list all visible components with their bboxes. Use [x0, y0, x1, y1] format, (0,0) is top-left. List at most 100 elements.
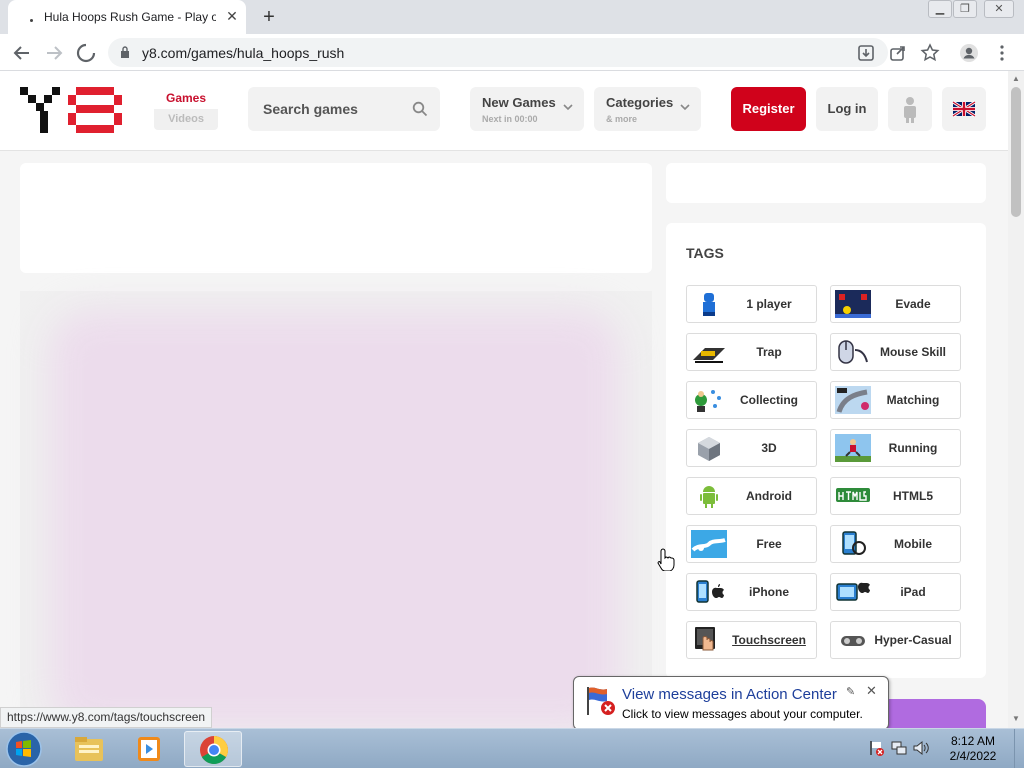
mobile-icon	[842, 531, 866, 555]
address-bar[interactable]: y8.com/games/hula_hoops_rush	[108, 38, 888, 67]
bookmark-star-icon[interactable]	[920, 43, 940, 63]
windows-logo-icon	[6, 731, 42, 767]
chevron-down-icon	[680, 104, 690, 111]
search-placeholder: Search games	[263, 101, 358, 117]
taskbar-media-player[interactable]	[122, 731, 180, 767]
tag-matching[interactable]: Matching	[830, 381, 961, 419]
browser-toolbar: y8.com/games/hula_hoops_rush	[0, 34, 1024, 71]
clock-time: 8:12 AM	[950, 734, 996, 748]
page-scrollbar[interactable]: ▲ ▼	[1008, 71, 1024, 728]
volume-tray-icon[interactable]	[912, 739, 930, 757]
tab-strip: Hula Hoops Rush Game - Play o ✕ + ▁ ❐ ✕	[0, 0, 1024, 34]
tag-label: Collecting	[739, 393, 798, 407]
search-icon[interactable]	[412, 101, 428, 117]
tag-mobile[interactable]: Mobile	[830, 525, 961, 563]
tab-title: Hula Hoops Rush Game - Play o	[44, 10, 216, 24]
cube-3d-icon	[698, 437, 720, 461]
notification-close-icon[interactable]: ✕	[866, 683, 877, 699]
scroll-down-arrow-icon[interactable]: ▼	[1011, 714, 1021, 724]
game-loading-area[interactable]	[20, 291, 652, 728]
tag-android[interactable]: Android	[686, 477, 817, 515]
game-placeholder-blur	[50, 311, 620, 728]
tag-label: Matching	[886, 393, 940, 407]
user-silhouette-icon	[904, 97, 916, 123]
new-games-countdown: Next in 00:00	[482, 114, 538, 124]
tag-mouse-skill[interactable]: Mouse Skill	[830, 333, 961, 371]
action-center-tray-icon[interactable]	[868, 739, 886, 757]
window-close-button[interactable]: ✕	[984, 0, 1014, 18]
action-center-flag-icon	[587, 687, 615, 715]
tag-html5[interactable]: HTML5	[830, 477, 961, 515]
tag-free[interactable]: Free	[686, 525, 817, 563]
minimize-button[interactable]: ▁	[928, 0, 952, 18]
iphone-icon	[696, 580, 724, 603]
videos-tab[interactable]: Videos	[154, 109, 218, 130]
new-games-dropdown[interactable]: New Games Next in 00:00	[470, 87, 584, 131]
forward-button[interactable]	[42, 41, 66, 65]
menu-kebab-icon[interactable]	[992, 43, 1012, 63]
system-clock[interactable]: 8:12 AM 2/4/2022	[936, 734, 1010, 764]
tag-ipad[interactable]: iPad	[830, 573, 961, 611]
chrome-icon	[200, 736, 228, 764]
games-tab[interactable]: Games	[154, 88, 218, 109]
browser-tab[interactable]: Hula Hoops Rush Game - Play o ✕	[8, 0, 246, 34]
login-button[interactable]: Log in	[816, 87, 878, 131]
scroll-up-arrow-icon[interactable]: ▲	[1011, 74, 1021, 84]
tag-label: Trap	[756, 345, 782, 359]
y8-logo[interactable]	[20, 87, 122, 133]
tag-label: Free	[756, 537, 782, 551]
start-button[interactable]	[2, 730, 46, 768]
tag-running[interactable]: Running	[830, 429, 961, 467]
purple-promo-button[interactable]	[880, 699, 986, 728]
lock-icon	[121, 46, 129, 58]
search-input[interactable]: Search games	[248, 87, 440, 131]
tag-evade[interactable]: Evade	[830, 285, 961, 323]
tag-collecting[interactable]: Collecting	[686, 381, 817, 419]
android-icon	[700, 486, 718, 508]
notification-text: Click to view messages about your comput…	[622, 707, 863, 721]
taskbar-explorer[interactable]	[60, 731, 118, 767]
uk-flag-icon	[952, 100, 976, 118]
new-tab-button[interactable]: +	[258, 6, 280, 28]
status-bar-url: https://www.y8.com/tags/touchscreen	[0, 707, 213, 728]
tag-trap[interactable]: Trap	[686, 333, 817, 371]
tags-panel: TAGS 1 player Evade Trap Mouse Skill Col…	[666, 223, 986, 678]
share-icon[interactable]	[888, 43, 908, 63]
register-button[interactable]: Register	[731, 87, 806, 131]
url-text: y8.com/games/hula_hoops_rush	[142, 45, 345, 61]
scrollbar-thumb[interactable]	[1011, 87, 1021, 217]
evade-icon	[835, 290, 871, 318]
install-app-icon[interactable]	[856, 43, 876, 63]
language-selector[interactable]	[942, 87, 986, 131]
network-tray-icon[interactable]	[890, 739, 908, 757]
tag-hyper-casual[interactable]: Hyper-Casual	[830, 621, 961, 659]
tags-title: TAGS	[686, 245, 724, 261]
web-page: Games Videos Search games New Games Next…	[0, 71, 1008, 728]
tag-touchscreen[interactable]: Touchscreen	[686, 621, 817, 659]
categories-dropdown[interactable]: Categories & more	[594, 87, 701, 131]
tag-1-player[interactable]: 1 player	[686, 285, 817, 323]
tag-label: Evade	[895, 297, 931, 311]
stop-loading-button[interactable]	[74, 41, 98, 65]
games-videos-toggle: Games Videos	[154, 88, 218, 130]
action-center-notification[interactable]: View messages in Action Center Click to …	[573, 676, 889, 730]
taskbar-chrome[interactable]	[184, 731, 242, 767]
tag-iphone[interactable]: iPhone	[686, 573, 817, 611]
profile-avatar-icon[interactable]	[959, 43, 979, 63]
forward-arrow-icon	[47, 46, 63, 60]
tag-3d[interactable]: 3D	[686, 429, 817, 467]
tag-label: Running	[888, 441, 938, 455]
collecting-icon	[695, 390, 721, 412]
tab-close-icon[interactable]: ✕	[224, 8, 240, 24]
user-profile-button[interactable]	[888, 87, 932, 131]
show-desktop-button[interactable]	[1014, 729, 1024, 768]
touchscreen-icon	[695, 627, 715, 651]
pin-icon[interactable]: ✎	[846, 685, 855, 698]
tag-label: iPhone	[748, 585, 789, 599]
running-icon	[835, 434, 871, 462]
mouse-skill-icon	[838, 340, 868, 364]
windows-taskbar: 8:12 AM 2/4/2022	[0, 728, 1024, 768]
clock-date: 2/4/2022	[949, 749, 997, 763]
back-button[interactable]	[10, 41, 34, 65]
maximize-button[interactable]: ❐	[953, 0, 977, 18]
